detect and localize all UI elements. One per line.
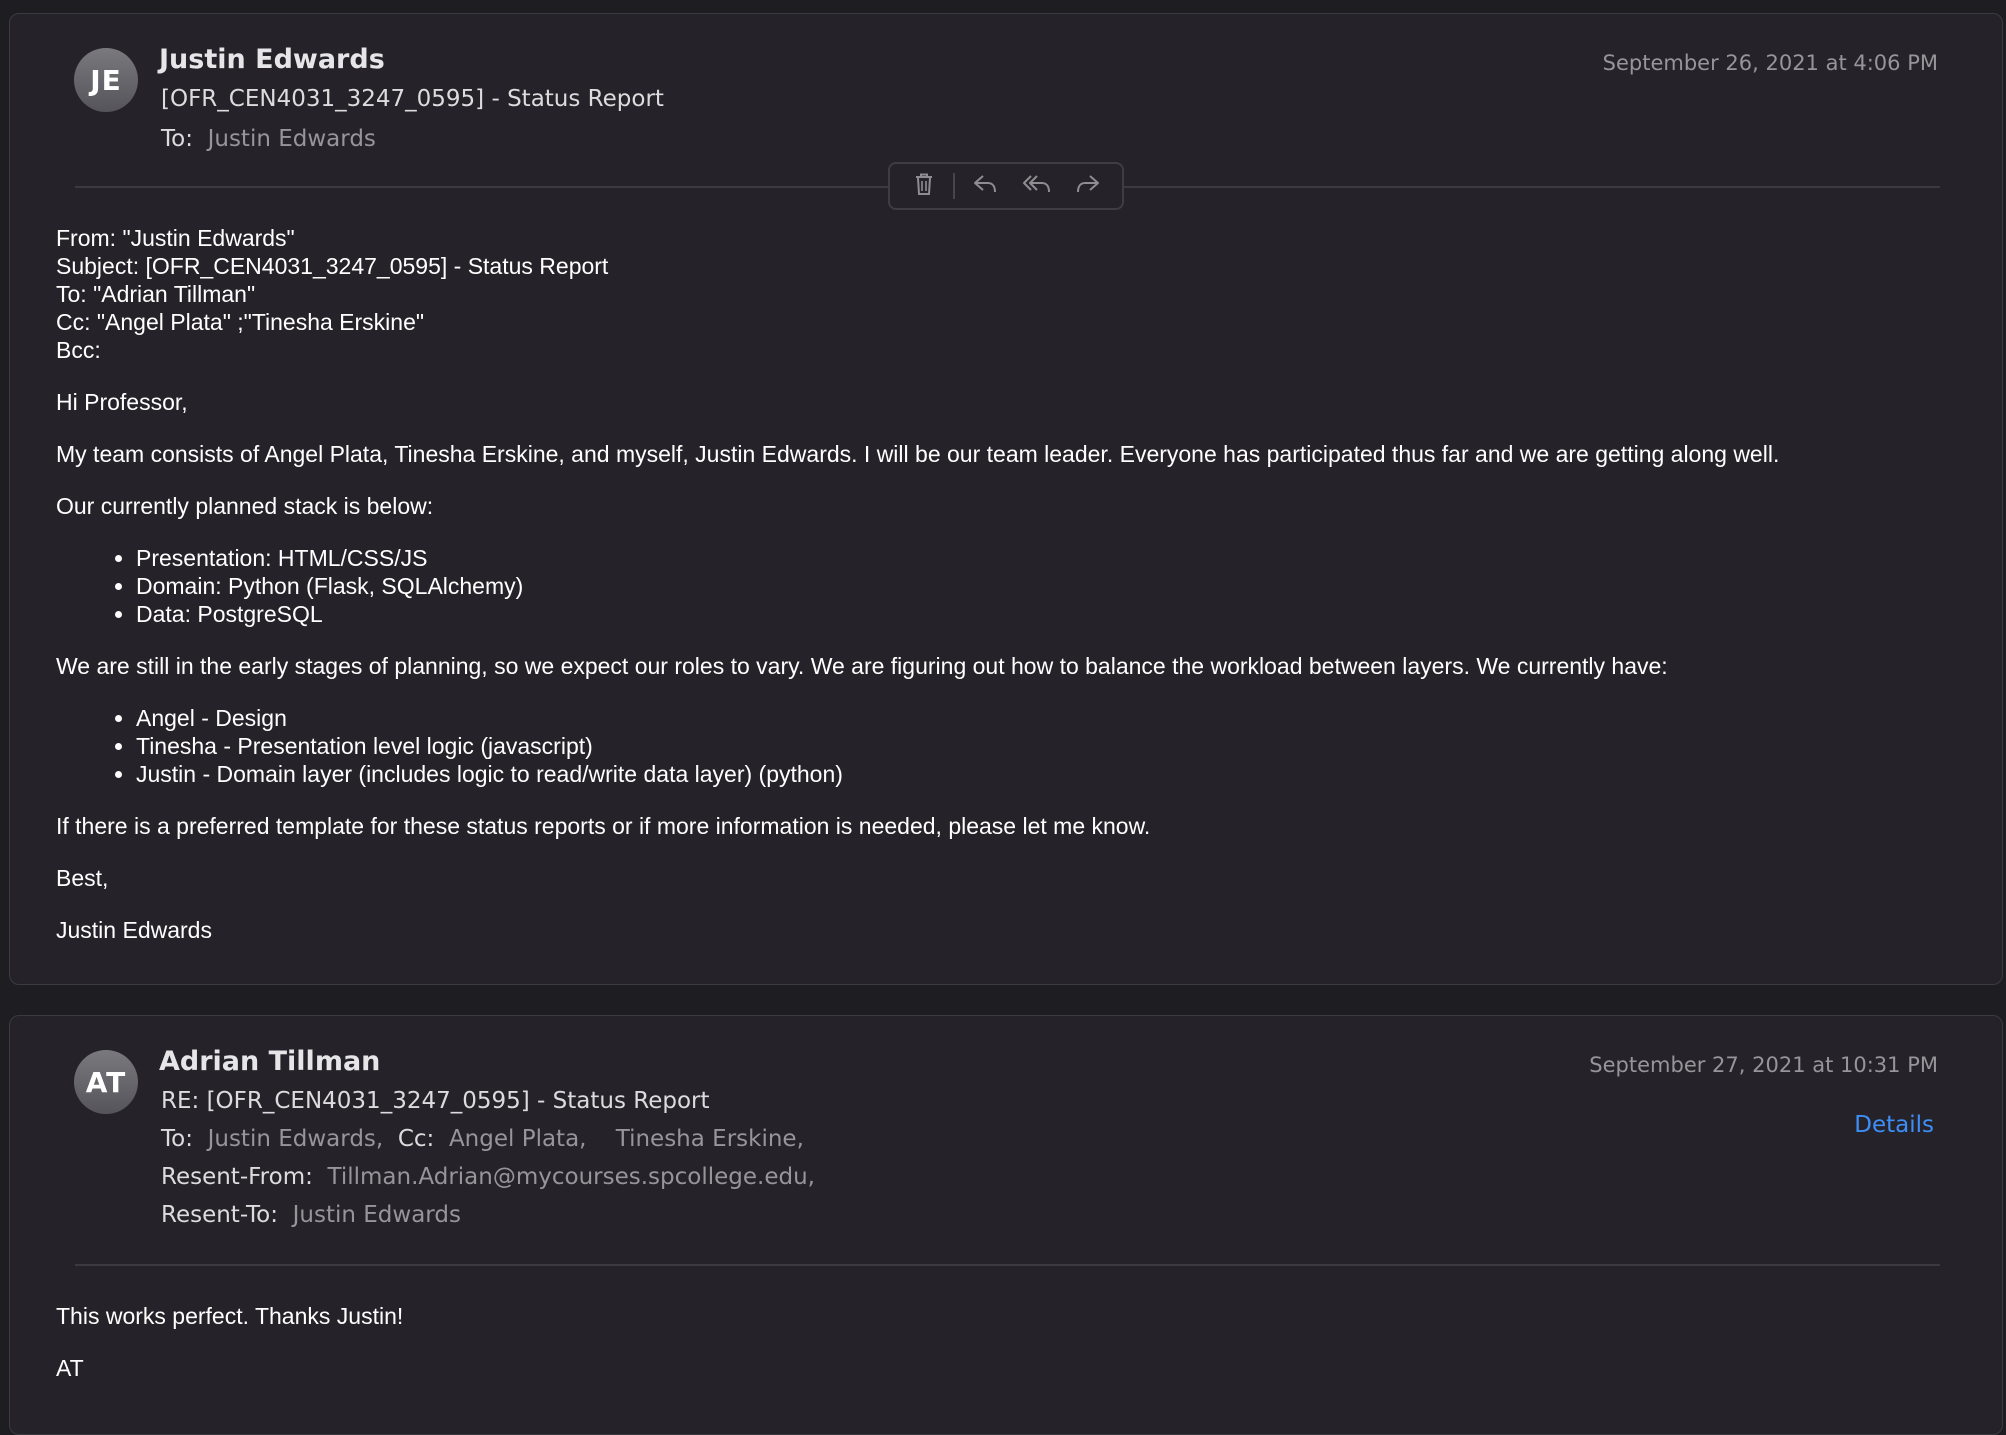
avatar: AT — [74, 1050, 138, 1114]
list-item: Angel - Design — [136, 704, 1779, 732]
closing: Best, — [56, 865, 109, 891]
resent-to-line: Resent-To: Justin Edwards — [161, 1202, 461, 1228]
paragraph: My team consists of Angel Plata, Tinesha… — [56, 441, 1780, 467]
body-from-line: From: "Justin Edwards" — [56, 225, 295, 251]
forward-button[interactable] — [1066, 168, 1110, 204]
reply-all-icon — [1022, 173, 1052, 200]
to-recipient[interactable]: Justin Edwards — [208, 126, 376, 152]
paragraph: If there is a preferred template for the… — [56, 813, 1151, 839]
message-subject: [OFR_CEN4031_3247_0595] - Status Report — [161, 86, 664, 112]
trash-icon — [913, 172, 935, 201]
paragraph: We are still in the early stages of plan… — [56, 653, 1668, 679]
to-label: To: — [161, 126, 193, 152]
to-label: To: — [161, 1126, 193, 1152]
greeting: Hi Professor, — [56, 389, 188, 415]
to-cc-line: To: Justin Edwards, Cc: Angel Plata, Tin… — [161, 1126, 804, 1152]
resent-from-line: Resent-From: Tillman.Adrian@mycourses.sp… — [161, 1164, 815, 1190]
sender-name: Adrian Tillman — [159, 1046, 381, 1077]
message-toolbar — [888, 162, 1124, 210]
resent-from-label: Resent-From: — [161, 1164, 313, 1190]
reply-all-button[interactable] — [1015, 168, 1059, 204]
message-card: AT Adrian Tillman RE: [OFR_CEN4031_3247_… — [9, 1015, 2003, 1435]
body-bcc-line: Bcc: — [56, 337, 101, 363]
toolbar-separator — [953, 173, 956, 199]
resent-from-address[interactable]: Tillman.Adrian@mycourses.spcollege.edu, — [327, 1164, 814, 1190]
paragraph: Our currently planned stack is below: — [56, 493, 434, 519]
list-item: Domain: Python (Flask, SQLAlchemy) — [136, 572, 1779, 600]
resent-to-label: Resent-To: — [161, 1202, 278, 1228]
message-card: JE Justin Edwards [OFR_CEN4031_3247_0595… — [9, 13, 2003, 985]
cc-recipient[interactable]: Angel Plata, — [449, 1126, 587, 1152]
message-subject: RE: [OFR_CEN4031_3247_0595] - Status Rep… — [161, 1088, 710, 1114]
cc-recipient[interactable]: Tinesha Erskine, — [616, 1126, 804, 1152]
sender-name: Justin Edwards — [159, 44, 385, 75]
to-line: To: Justin Edwards — [161, 126, 376, 152]
details-link[interactable]: Details — [1854, 1112, 1934, 1138]
body-cc-line: Cc: "Angel Plata" ;"Tinesha Erskine" — [56, 309, 425, 335]
signature: Justin Edwards — [56, 917, 212, 943]
stack-list: Presentation: HTML/CSS/JS Domain: Python… — [56, 544, 1779, 628]
list-item: Data: PostgreSQL — [136, 600, 1779, 628]
paragraph: This works perfect. Thanks Justin! — [56, 1303, 404, 1329]
message-body: From: "Justin Edwards" Subject: [OFR_CEN… — [56, 224, 1779, 944]
roles-list: Angel - Design Tinesha - Presentation le… — [56, 704, 1779, 788]
message-date: September 26, 2021 at 4:06 PM — [1602, 51, 1938, 75]
list-item: Tinesha - Presentation level logic (java… — [136, 732, 1779, 760]
body-subject-line: Subject: [OFR_CEN4031_3247_0595] - Statu… — [56, 253, 609, 279]
cc-label: Cc: — [397, 1126, 435, 1152]
signature: AT — [56, 1355, 84, 1381]
list-item: Justin - Domain layer (includes logic to… — [136, 760, 1779, 788]
reply-icon — [972, 173, 998, 200]
message-date: September 27, 2021 at 10:31 PM — [1589, 1053, 1938, 1077]
list-item: Presentation: HTML/CSS/JS — [136, 544, 1779, 572]
reply-button[interactable] — [963, 168, 1007, 204]
header-divider — [75, 1264, 1940, 1266]
forward-icon — [1075, 173, 1101, 200]
to-recipient[interactable]: Justin Edwards, — [208, 1126, 384, 1152]
delete-button[interactable] — [902, 168, 946, 204]
avatar: JE — [74, 48, 138, 112]
resent-to-recipient[interactable]: Justin Edwards — [293, 1202, 461, 1228]
message-body: This works perfect. Thanks Justin! AT — [56, 1302, 403, 1382]
body-to-line: To: "Adrian Tillman" — [56, 281, 256, 307]
